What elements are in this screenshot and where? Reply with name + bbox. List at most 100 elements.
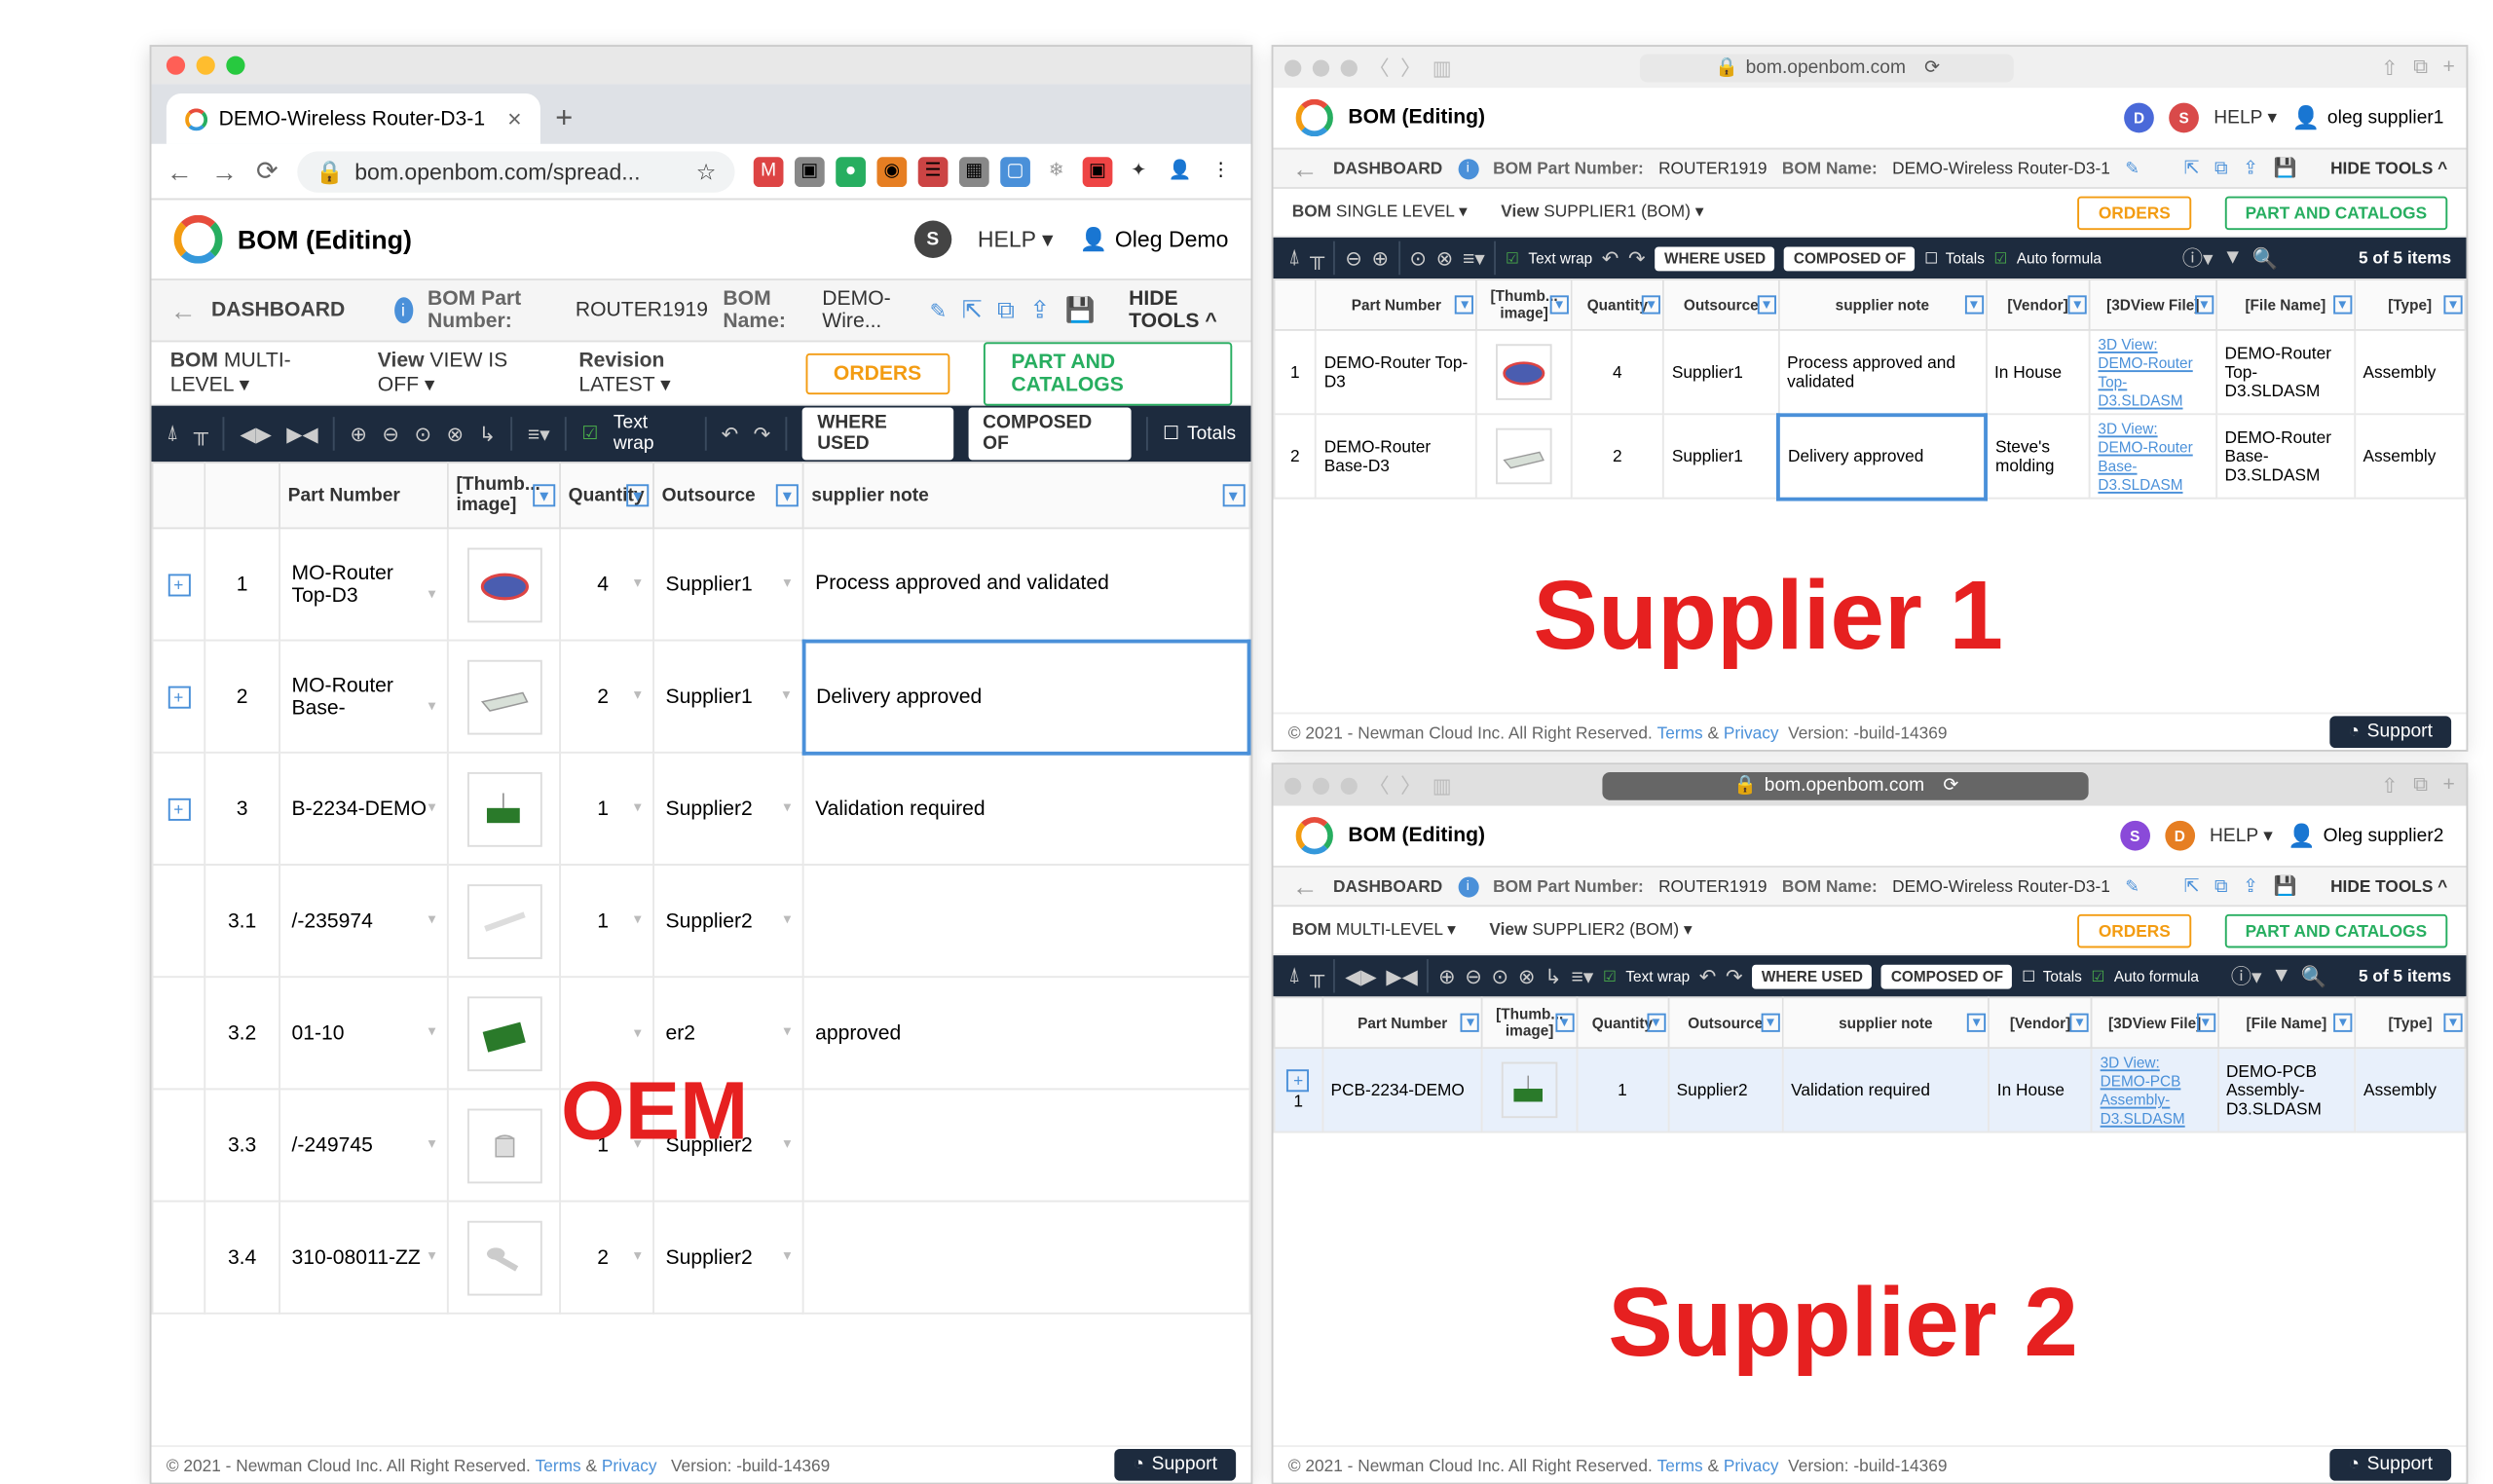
ext-icon-7[interactable]: ▣ [1083, 156, 1113, 186]
col-note[interactable]: supplier note▼ [803, 463, 1249, 528]
share-icon[interactable]: ⇪ [1029, 295, 1050, 325]
return-icon[interactable]: ↳ [479, 422, 497, 446]
tool-icon[interactable]: ▶◀ [1386, 964, 1417, 988]
cell-outsource[interactable]: Supplier2▾ [653, 753, 803, 865]
expand-icon[interactable]: ▶◀ [286, 422, 317, 446]
info-icon[interactable]: ⓘ▾ [2182, 243, 2214, 274]
ext-icon-5[interactable]: ▦ [959, 156, 989, 186]
support-button[interactable]: ◔Support [2329, 1449, 2451, 1481]
cell-note[interactable]: Process approved and validated [803, 528, 1249, 640]
user-menu[interactable]: 👤Oleg Demo [1080, 226, 1229, 252]
share-icon[interactable]: ⇧ [2381, 56, 2399, 80]
view-dropdown[interactable]: SUPPLIER1 (BOM) ▾ [1544, 202, 1703, 220]
reload-icon[interactable]: ⟳ [256, 155, 279, 187]
catalogs-button[interactable]: PART AND CATALOGS [2224, 196, 2447, 230]
table-row[interactable]: 3.4 310-08011-ZZ▾ 2▾ Supplier2▾ [152, 1202, 1248, 1314]
tree-icon[interactable]: ⍋ [1288, 964, 1301, 988]
expand-icon[interactable]: + [167, 798, 190, 820]
filter-icon[interactable]: ▼ [626, 484, 649, 506]
align-icon[interactable]: ≡▾ [1571, 964, 1593, 988]
cell-note[interactable]: Delivery approved [803, 641, 1249, 753]
circle-left-icon[interactable]: ⊙ [414, 422, 431, 446]
info-icon[interactable]: ⓘ▾ [2231, 961, 2262, 991]
cell-part[interactable]: 01-10▾ [279, 977, 448, 1089]
cell-note[interactable] [803, 865, 1249, 977]
table-row[interactable]: + 3 B-2234-DEMO▾ 1▾ Supplier2▾ Validatio… [152, 753, 1248, 865]
star-icon[interactable]: ☆ [696, 158, 717, 184]
forward-icon[interactable]: 〉 [1400, 53, 1421, 83]
tool-icon[interactable]: ⊖ [1345, 245, 1362, 270]
hide-tools-toggle[interactable]: HIDE TOOLS ^ [2330, 159, 2447, 177]
cell-qty[interactable]: 1▾ [560, 753, 653, 865]
minimize-dot[interactable] [197, 56, 215, 75]
maximize-dot[interactable] [226, 56, 244, 75]
revision-dropdown[interactable]: LATEST ▾ [578, 374, 670, 396]
orders-button[interactable]: ORDERS [2078, 196, 2191, 230]
cell-part[interactable]: B-2234-DEMO▾ [279, 753, 448, 865]
where-used-button[interactable]: WHERE USED [1752, 964, 1872, 988]
share-icon[interactable]: ⇧ [2381, 773, 2399, 798]
cell-part[interactable]: MO-Router Top-D3▾ [279, 528, 448, 640]
undo-icon[interactable]: ↶ [722, 422, 739, 446]
ext-icon-3[interactable]: ◉ [876, 156, 907, 186]
table-row[interactable]: 3.1 /-235974▾ 1▾ Supplier2▾ [152, 865, 1248, 977]
tree-icon[interactable]: ⍋ [167, 422, 179, 446]
maximize-dot[interactable] [1341, 777, 1358, 794]
maximize-dot[interactable] [1341, 58, 1358, 75]
composed-of-button[interactable]: COMPOSED OF [1881, 964, 2012, 988]
tool-icon[interactable]: ⊙ [1492, 964, 1509, 988]
close-tab-icon[interactable]: × [507, 105, 522, 133]
privacy-link[interactable]: Privacy [1724, 723, 1779, 741]
info-icon[interactable]: i [1458, 158, 1478, 178]
help-menu[interactable]: HELP ▾ [2210, 826, 2273, 846]
avatar-badge[interactable]: S [914, 221, 951, 258]
hide-tools-toggle[interactable]: HIDE TOOLS ^ [1129, 288, 1232, 333]
tool-icon[interactable]: ⊖ [1465, 964, 1482, 988]
bom-level-dropdown[interactable]: MULTI-LEVEL ▾ [1336, 920, 1456, 939]
tool-icon[interactable]: ╥ [1310, 246, 1324, 269]
action-icon[interactable]: ⧉ [2214, 876, 2228, 897]
url-input[interactable]: 🔒 bom.openbom.com/spread... ☆ [297, 151, 735, 192]
table-row[interactable]: + 1 PCB-2234-DEMO 1 Supplier2 Validation… [1274, 1048, 2465, 1132]
circle-right-icon[interactable]: ⊗ [447, 422, 465, 446]
terms-link[interactable]: Terms [536, 1456, 581, 1474]
ext-icon-2[interactable]: ● [836, 156, 866, 186]
dashboard-link[interactable]: DASHBOARD [1333, 159, 1442, 177]
col-part[interactable]: Part Number [279, 463, 448, 528]
action-icon[interactable]: ⇱ [2184, 158, 2200, 178]
cell-part[interactable]: /-235974▾ [279, 865, 448, 977]
cell-outsource[interactable]: Supplier2▾ [653, 865, 803, 977]
new-tab-icon[interactable]: + [2443, 773, 2455, 798]
filter-icon[interactable]: ▼ [2222, 246, 2243, 269]
filter-icon[interactable]: ▼ [2271, 965, 2291, 987]
catalogs-button[interactable]: PART AND CATALOGS [984, 341, 1233, 404]
ext-icon-1[interactable]: ▣ [795, 156, 825, 186]
text-wrap-check[interactable]: ☑ [581, 424, 598, 444]
action-icon-1[interactable]: ⇱ [962, 295, 983, 325]
search-icon[interactable]: 🔍 [2252, 245, 2278, 270]
sidebar-icon[interactable]: ▥ [1433, 56, 1452, 80]
avatar-s[interactable]: S [2169, 103, 2199, 133]
where-used-button[interactable]: WHERE USED [1655, 245, 1774, 270]
terms-link[interactable]: Terms [1657, 723, 1703, 741]
back-arrow-icon[interactable]: ← [170, 295, 197, 325]
new-tab-icon[interactable]: + [2443, 56, 2455, 80]
undo-icon[interactable]: ↶ [1602, 245, 1619, 270]
save-icon[interactable]: 💾 [2274, 158, 2297, 178]
url-input[interactable]: 🔒bom.openbom.com⟳ [1641, 54, 2015, 82]
tabs-icon[interactable]: ⧉ [2413, 773, 2428, 798]
expand-icon[interactable]: + [167, 573, 190, 595]
pencil-icon[interactable]: ✎ [2125, 876, 2139, 897]
hide-tools-toggle[interactable]: HIDE TOOLS ^ [2330, 876, 2447, 895]
orders-button[interactable]: ORDERS [805, 352, 949, 393]
share-icon[interactable]: ⇪ [2243, 876, 2258, 897]
expand-icon[interactable]: + [1287, 1069, 1310, 1092]
gmail-icon[interactable]: M [754, 156, 784, 186]
3d-view-link[interactable]: 3D View: DEMO-PCB Assembly-D3.SLDASM [2101, 1055, 2185, 1128]
auto-formula-check[interactable]: ☑ [1994, 249, 2008, 266]
cell-note[interactable]: Validation required [803, 753, 1249, 865]
tool-icon[interactable]: ⊗ [1518, 964, 1536, 988]
3d-view-link[interactable]: 3D View: DEMO-Router Top-D3.SLDASM [2098, 337, 2192, 410]
minimize-dot[interactable] [1313, 777, 1329, 794]
col-thumb[interactable]: [Thumb... image]▼ [448, 463, 560, 528]
